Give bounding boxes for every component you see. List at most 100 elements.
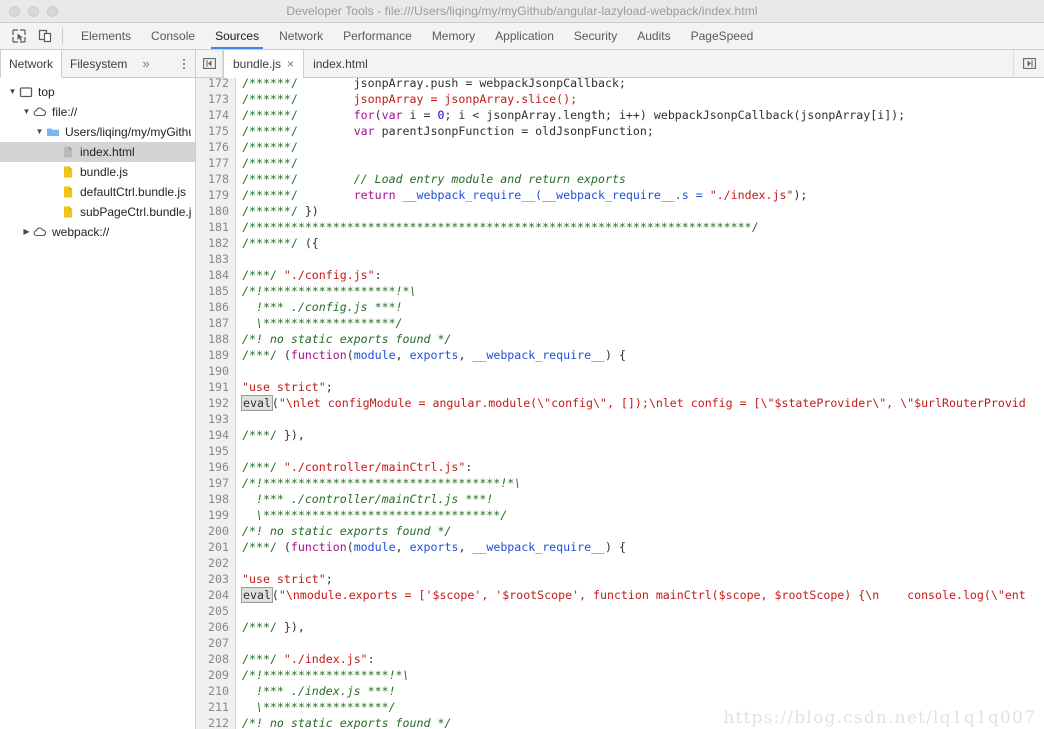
code-line-text[interactable]: /******/ // Load entry module and return… [236,171,1044,187]
window-controls[interactable] [0,5,58,17]
code-line[interactable]: 188 /*! no static exports found */ [196,331,1044,347]
code-line-text[interactable]: /******/ for(var i = 0; i < jsonpArray.l… [236,107,1044,123]
line-number[interactable]: 196 [196,459,236,475]
code-line[interactable]: 191 "use strict"; [196,379,1044,395]
line-number[interactable]: 180 [196,203,236,219]
line-number[interactable]: 201 [196,539,236,555]
code-line-text[interactable]: eval("\nmodule.exports = ['$scope', '$ro… [236,587,1044,603]
line-number[interactable]: 173 [196,91,236,107]
code-line[interactable]: 185 /*!*******************!*\ [196,283,1044,299]
line-number[interactable]: 203 [196,571,236,587]
code-line[interactable]: 172/******/ jsonpArray.push = webpackJso… [196,78,1044,91]
code-line-text[interactable]: !*** ./index.js ***! [236,683,1044,699]
line-number[interactable]: 190 [196,363,236,379]
line-number[interactable]: 189 [196,347,236,363]
editor-tab-index-html[interactable]: index.html [304,50,377,77]
code-line-text[interactable]: /*!*******************!*\ [236,283,1044,299]
line-number[interactable]: 186 [196,299,236,315]
tree-item-index-html[interactable]: index.html [0,142,195,162]
close-icon[interactable]: × [287,58,294,70]
code-line-text[interactable]: "use strict"; [236,571,1044,587]
code-line[interactable]: 177 /******/ [196,155,1044,171]
code-line-text[interactable]: /***************************************… [236,219,1044,235]
code-line-text[interactable]: !*** ./config.js ***! [236,299,1044,315]
line-number[interactable]: 202 [196,555,236,571]
code-line-text[interactable]: /*! no static exports found */ [236,523,1044,539]
line-number[interactable]: 195 [196,443,236,459]
subtab-network[interactable]: Network [0,50,63,78]
tree-item-bundle-js[interactable]: bundle.js [0,162,195,182]
code-line-text[interactable]: /******/ jsonpArray.push = webpackJsonpC… [236,78,1044,91]
line-number[interactable]: 210 [196,683,236,699]
tree-item-defaultctrl-bundle-js[interactable]: defaultCtrl.bundle.js [0,182,195,202]
code-line[interactable]: 196/***/ "./controller/mainCtrl.js": [196,459,1044,475]
code-line[interactable]: 208/***/ "./index.js": [196,651,1044,667]
code-line[interactable]: 204 eval("\nmodule.exports = ['$scope', '… [196,587,1044,603]
code-line-text[interactable]: !*** ./controller/mainCtrl.js ***! [236,491,1044,507]
code-line-text[interactable]: "use strict"; [236,379,1044,395]
device-toolbar-icon[interactable] [32,23,58,49]
code-line[interactable]: 174/******/ for(var i = 0; i < jsonpArra… [196,107,1044,123]
tree-item-subpagectrl-bundle-js[interactable]: subPageCtrl.bundle.js [0,202,195,222]
tree-item-webpack-domain[interactable]: ▶ webpack:// [0,222,195,242]
line-number[interactable]: 194 [196,427,236,443]
code-line[interactable]: 207 [196,635,1044,651]
code-line[interactable]: 203 "use strict"; [196,571,1044,587]
tab-elements[interactable]: Elements [71,23,141,49]
code-line[interactable]: 176 /******/ [196,139,1044,155]
line-number[interactable]: 178 [196,171,236,187]
code-line-text[interactable]: /******/ }) [236,203,1044,219]
close-window-button[interactable] [9,5,20,17]
line-number[interactable]: 172 [196,78,236,91]
code-line[interactable]: 179/******/ return __webpack_require__(_… [196,187,1044,203]
code-line[interactable]: 181 /************************************… [196,219,1044,235]
line-number[interactable]: 209 [196,667,236,683]
code-line[interactable]: 202 [196,555,1044,571]
code-line-text[interactable]: /***/ (function(module, exports, __webpa… [236,347,1044,363]
code-line-text[interactable]: /******/ ({ [236,235,1044,251]
code-line[interactable]: 180/******/ }) [196,203,1044,219]
code-line[interactable]: 206/***/ }), [196,619,1044,635]
tab-pagespeed[interactable]: PageSpeed [681,23,764,49]
code-line-text[interactable]: /*! no static exports found */ [236,331,1044,347]
code-line[interactable]: 195 [196,443,1044,459]
show-next-tabs-icon[interactable] [1013,50,1044,77]
code-line[interactable]: 211 \******************/ [196,699,1044,715]
line-number[interactable]: 176 [196,139,236,155]
code-line[interactable]: 200 /*! no static exports found */ [196,523,1044,539]
line-number[interactable]: 193 [196,411,236,427]
line-number[interactable]: 206 [196,619,236,635]
line-number[interactable]: 207 [196,635,236,651]
code-line[interactable]: 187 \*******************/ [196,315,1044,331]
code-line-text[interactable]: /***/ }), [236,619,1044,635]
code-line[interactable]: 175/******/ var parentJsonpFunction = ol… [196,123,1044,139]
code-line-text[interactable]: /******/ return __webpack_require__(__we… [236,187,1044,203]
line-number[interactable]: 204 [196,587,236,603]
code-line[interactable]: 210 !*** ./index.js ***! [196,683,1044,699]
code-line[interactable]: 193 [196,411,1044,427]
code-line[interactable]: 184/***/ "./config.js": [196,267,1044,283]
code-line[interactable]: 205 [196,603,1044,619]
tab-console[interactable]: Console [141,23,205,49]
code-editor[interactable]: 172/******/ jsonpArray.push = webpackJso… [196,78,1044,729]
code-line[interactable]: 194/***/ }), [196,427,1044,443]
code-line[interactable]: 190 [196,363,1044,379]
more-tabs-icon[interactable]: » [135,50,156,77]
code-line[interactable]: 209 /*!******************!*\ [196,667,1044,683]
code-line-text[interactable]: eval("\nlet configModule = angular.modul… [236,395,1044,411]
subtab-filesystem[interactable]: Filesystem [62,50,135,77]
code-line[interactable]: 186 !*** ./config.js ***! [196,299,1044,315]
line-number[interactable]: 192 [196,395,236,411]
line-number[interactable]: 174 [196,107,236,123]
code-line-text[interactable]: /***/ "./controller/mainCtrl.js": [236,459,1044,475]
line-number[interactable]: 184 [196,267,236,283]
line-number[interactable]: 208 [196,651,236,667]
line-number[interactable]: 183 [196,251,236,267]
tab-network[interactable]: Network [269,23,333,49]
line-number[interactable]: 199 [196,507,236,523]
code-line[interactable]: 197 /*!**********************************… [196,475,1044,491]
code-line-text[interactable]: \*******************/ [236,315,1044,331]
code-line-text[interactable]: /***/ "./config.js": [236,267,1044,283]
code-line-text[interactable]: /***/ }), [236,427,1044,443]
line-number[interactable]: 187 [196,315,236,331]
